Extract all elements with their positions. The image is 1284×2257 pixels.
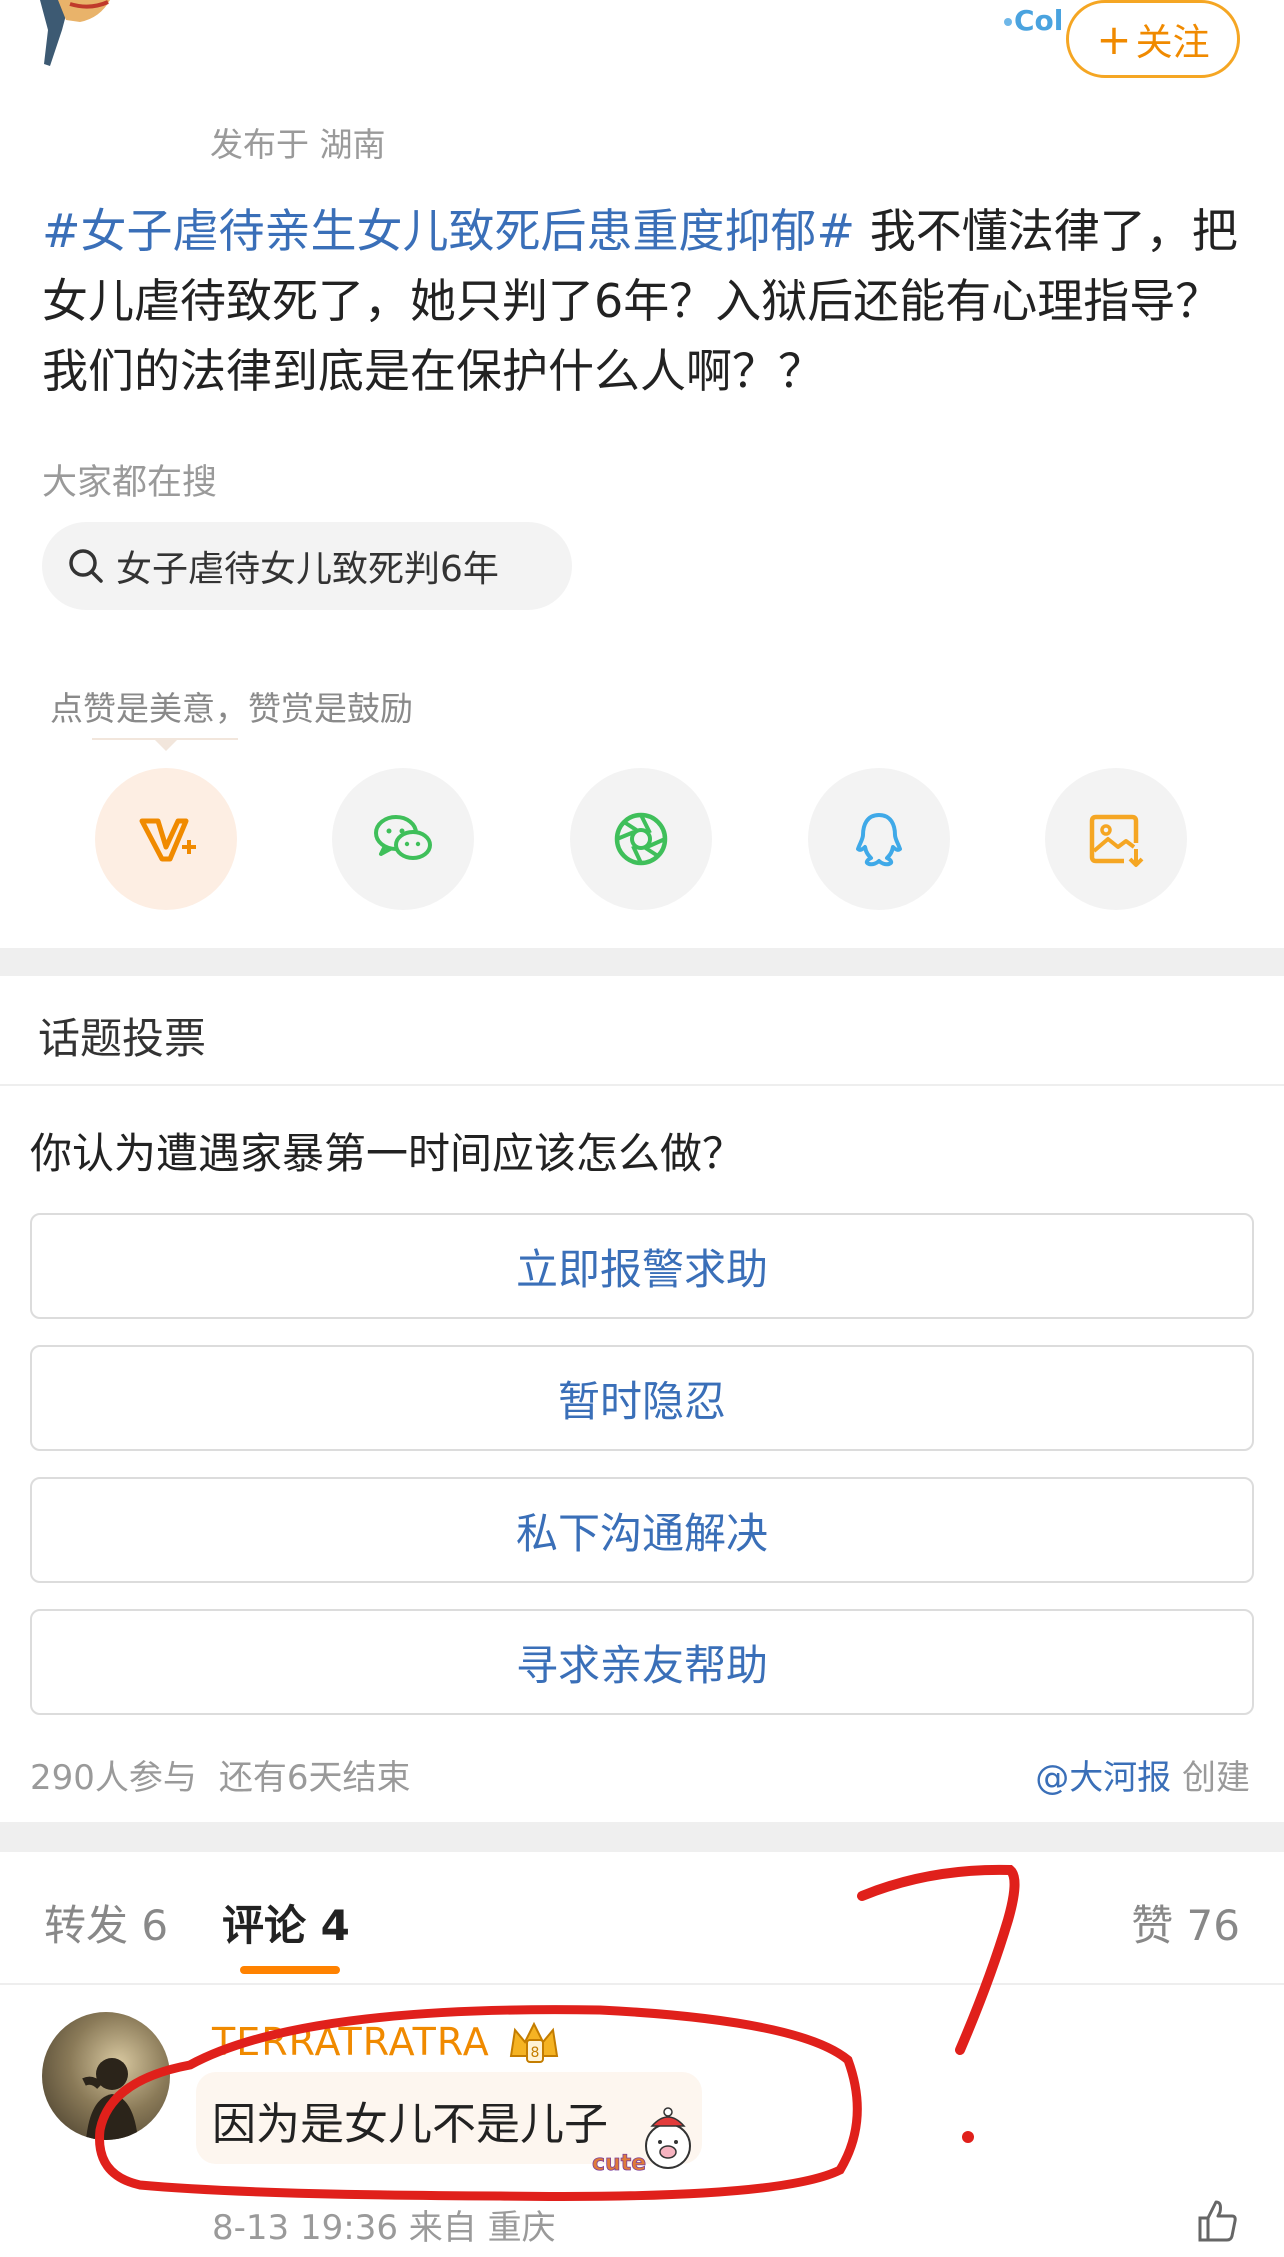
red-annotation-overlay [95, 1864, 1020, 2201]
tab-comments[interactable]: 评论 4 [222, 1892, 350, 1953]
plus-icon: + [1096, 14, 1132, 64]
corner-logo-fragment: Col [1004, 4, 1063, 37]
comment-meta: 8-13 19:36 来自 重庆 [212, 2200, 556, 2249]
svg-text:Col: Col [1014, 4, 1063, 37]
follow-button[interactable]: + 关注 [1066, 0, 1240, 78]
qq-icon [856, 813, 902, 867]
svg-text:8: 8 [531, 2045, 540, 2061]
poll-divider [0, 1084, 1284, 1086]
reward-button[interactable] [95, 768, 237, 910]
tabs-divider [0, 1983, 1284, 1985]
avatar-figure [82, 2058, 138, 2140]
moments-share-button[interactable] [570, 768, 712, 910]
reward-pointer [154, 739, 178, 751]
poll-participants: 290人参与 [30, 1758, 197, 1798]
poll-created-label: 创建 [1182, 1758, 1250, 1798]
save-image-icon [1089, 814, 1144, 867]
trending-search-chip[interactable]: 女子虐待女儿致死判6年 [42, 522, 572, 610]
wechat-share-button[interactable] [332, 768, 474, 910]
comment-source: 来自 重庆 [408, 2208, 556, 2248]
poll-option[interactable]: 暂时隐忍 [30, 1345, 1254, 1451]
search-query: 女子虐待女儿致死判6年 [116, 549, 499, 590]
comment-username[interactable]: TERRATRATRA [212, 2020, 490, 2064]
poll-remaining: 还有6天结束 [218, 1758, 411, 1798]
vip-crown-icon: 8 [509, 2021, 559, 2063]
sticker-label: cute [592, 2151, 646, 2176]
save-image-button[interactable] [1045, 768, 1187, 910]
avatar[interactable] [42, 2012, 170, 2140]
section-divider [0, 1822, 1284, 1852]
like-icon[interactable] [1192, 2196, 1240, 2244]
active-tab-indicator [240, 1966, 340, 1974]
poll-meta: 290人参与 还有6天结束 [30, 1750, 411, 1799]
poll-creator-link[interactable]: @大河报 [1035, 1758, 1171, 1798]
poll-option[interactable]: 寻求亲友帮助 [30, 1609, 1254, 1715]
topic-link[interactable]: #女子虐待亲生女儿致死后患重度抑郁# [42, 204, 855, 258]
cute-pig-sticker: cute [592, 2107, 691, 2176]
wechat-icon [374, 815, 432, 860]
poll-question: 你认为遭遇家暴第一时间应该怎么做？ [30, 1129, 745, 1178]
comment-text: 因为是女儿不是儿子 [212, 2099, 608, 2150]
moments-icon [614, 812, 668, 866]
poll-option[interactable]: 立即报警求助 [30, 1213, 1254, 1319]
section-divider [0, 948, 1284, 976]
post-location: 发布于 湖南 [210, 125, 386, 164]
poll-option[interactable]: 私下沟通解决 [30, 1477, 1254, 1583]
reward-label: 点赞是美意，赞赏是鼓励 [50, 689, 413, 728]
tab-likes[interactable]: 赞 76 [1131, 1892, 1240, 1953]
post-body: #女子虐待亲生女儿致死后患重度抑郁# 我不懂法律了，把女儿虐待致死了，她只判了6… [42, 196, 1252, 406]
qq-share-button[interactable] [808, 768, 950, 910]
follow-label: 关注 [1135, 21, 1210, 64]
poll-creator: @大河报 创建 [1035, 1750, 1250, 1799]
comment-time: 8-13 19:36 [212, 2208, 398, 2248]
trending-search-label: 大家都在搜 [42, 463, 218, 503]
tab-reposts[interactable]: 转发 6 [44, 1892, 168, 1953]
poll-title: 话题投票 [38, 1014, 207, 1063]
reward-icon [139, 818, 196, 862]
search-icon [69, 549, 103, 583]
decorative-banner-fragment [40, 0, 110, 66]
